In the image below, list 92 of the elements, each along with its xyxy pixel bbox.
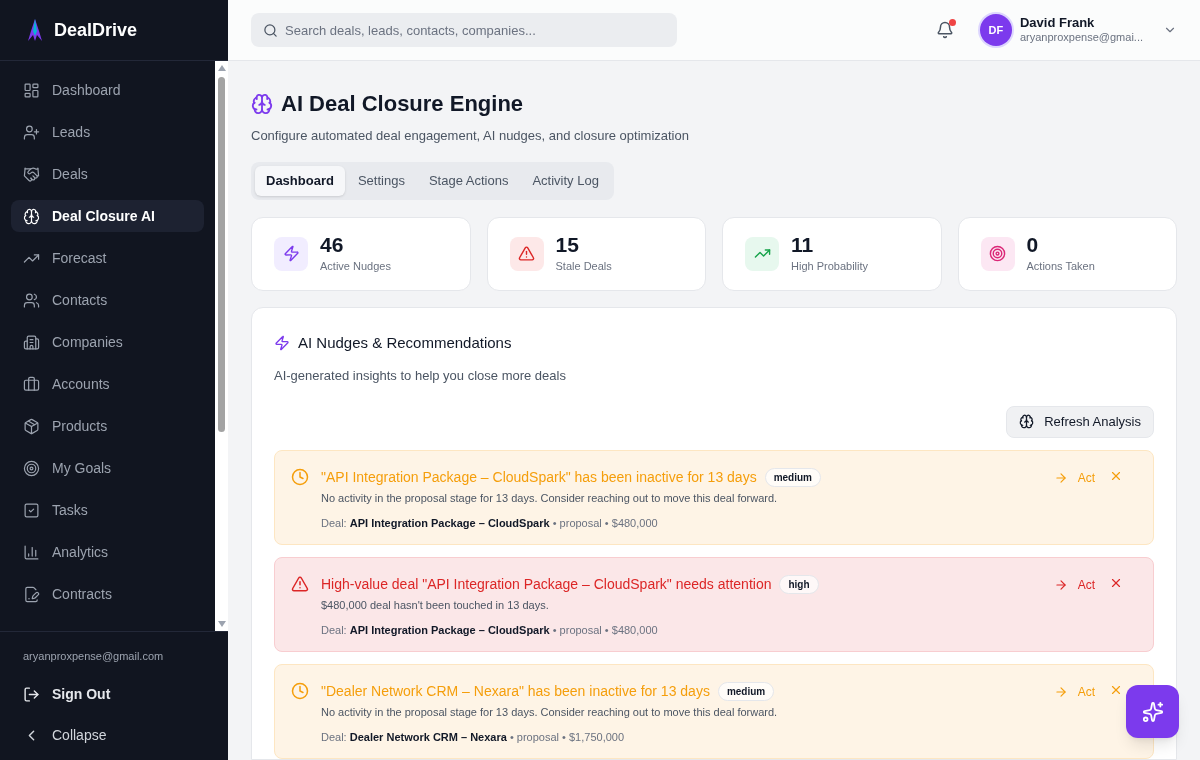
scroll-down-arrow-icon[interactable] bbox=[217, 620, 226, 627]
sidebar-item[interactable]: Leads bbox=[11, 116, 204, 148]
sidebar-item[interactable]: Contracts bbox=[11, 578, 204, 610]
clock-icon bbox=[291, 468, 309, 486]
dismiss-button[interactable] bbox=[1109, 683, 1123, 697]
arrow-right-icon bbox=[1053, 578, 1068, 592]
sidebar-item[interactable]: Tasks bbox=[11, 494, 204, 526]
sidebar-item[interactable]: Dashboard bbox=[11, 74, 204, 106]
lightning-icon bbox=[274, 334, 290, 351]
tab[interactable]: Settings bbox=[346, 165, 416, 196]
stat-value: 11 bbox=[791, 232, 815, 259]
page-subtitle: Configure automated deal engagement, AI nudges, and closure optimization bbox=[251, 127, 690, 145]
close-icon bbox=[1109, 683, 1123, 697]
lightning-icon-glyph bbox=[282, 245, 300, 262]
brain-icon bbox=[251, 92, 273, 115]
sidebar-item[interactable]: Analytics bbox=[11, 536, 204, 568]
warning-icon bbox=[291, 575, 309, 593]
sidebar-item[interactable]: Products bbox=[11, 410, 204, 442]
refresh-analysis-button[interactable]: Refresh Analysis bbox=[1006, 405, 1154, 438]
stat-value: 0 bbox=[1026, 232, 1040, 259]
arrow-right-icon bbox=[1053, 685, 1068, 699]
target-icon bbox=[23, 459, 40, 477]
sidebar-item[interactable]: Deals bbox=[11, 158, 204, 190]
target-icon-glyph bbox=[989, 245, 1006, 262]
tab[interactable]: Dashboard bbox=[255, 165, 345, 196]
handshake-icon bbox=[23, 165, 40, 183]
sidebar-item[interactable]: Deal Closure AI bbox=[11, 200, 204, 232]
bar-chart-icon bbox=[23, 543, 40, 561]
users-icon bbox=[23, 291, 40, 309]
nudge-title: High-value deal "API Integration Package – CloudSpark" needs attention bbox=[321, 575, 772, 594]
sidebar-item[interactable]: Contacts bbox=[11, 284, 204, 316]
sign-out-button[interactable]: Sign Out bbox=[23, 684, 205, 705]
logout-icon bbox=[23, 686, 40, 703]
sidebar-item[interactable]: Companies bbox=[11, 326, 204, 358]
nudge-description: $480,000 deal hasn't been touched in 13 days. bbox=[321, 598, 550, 613]
brain-icon bbox=[23, 207, 40, 225]
dismiss-button[interactable] bbox=[1109, 469, 1123, 483]
checkbox-icon bbox=[23, 501, 40, 519]
dashboard-icon bbox=[23, 81, 40, 99]
deal-info: Deal: API Integration Package – CloudSpark • proposal • $480,000 bbox=[321, 515, 659, 531]
search-field[interactable]: Search deals, leads, contacts, companies... bbox=[251, 13, 677, 47]
dismiss-button[interactable] bbox=[1109, 576, 1123, 590]
document-icon bbox=[23, 585, 40, 603]
user-avatar: DF bbox=[979, 14, 1012, 46]
close-icon bbox=[1109, 469, 1123, 483]
sidebar-item[interactable]: My Goals bbox=[11, 452, 204, 484]
brain-icon bbox=[1019, 414, 1035, 430]
user-plus-icon bbox=[23, 123, 40, 141]
search-icon bbox=[263, 23, 278, 38]
sidebar-item[interactable]: Forecast bbox=[11, 242, 204, 274]
arrow-right-icon bbox=[1053, 471, 1068, 485]
stat-label: Active Nudges bbox=[320, 259, 391, 275]
panel-subtitle: AI-generated insights to help you close more deals bbox=[274, 367, 567, 385]
logo-icon bbox=[28, 19, 42, 41]
panel-title: AI Nudges & Recommendations bbox=[298, 332, 512, 353]
scroll-up-arrow-icon[interactable] bbox=[217, 65, 226, 71]
sidebar-item[interactable]: Accounts bbox=[11, 368, 204, 400]
notifications-button[interactable] bbox=[935, 21, 954, 39]
nudge-title: "Dealer Network CRM – Nexara" has been inactive for 13 days bbox=[321, 682, 710, 701]
brand-name: DealDrive bbox=[54, 18, 138, 42]
account-email: aryanproxpense@gmail.com bbox=[23, 648, 165, 664]
nudge-description: No activity in the proposal stage for 13 days. Consider reaching out to move this deal forward. bbox=[321, 705, 779, 720]
tab[interactable]: Activity Log bbox=[521, 165, 610, 196]
close-icon bbox=[1109, 576, 1123, 590]
priority-badge: medium bbox=[717, 682, 775, 701]
sparkles-icon bbox=[1141, 700, 1164, 723]
scrollbar[interactable] bbox=[215, 61, 228, 631]
stat-label: Actions Taken bbox=[1026, 259, 1095, 275]
clock-icon bbox=[291, 682, 309, 700]
priority-badge: medium bbox=[764, 468, 821, 487]
scrollbar-thumb[interactable] bbox=[218, 77, 225, 432]
act-button[interactable]: Act bbox=[1053, 576, 1095, 594]
briefcase-icon bbox=[23, 375, 40, 393]
user-name: David Frank bbox=[1019, 15, 1096, 32]
nudge-title: "API Integration Package – CloudSpark" has been inactive for 13 days bbox=[321, 468, 757, 487]
stat-value: 46 bbox=[320, 232, 345, 259]
box-icon bbox=[23, 417, 40, 435]
ai-assistant-button[interactable] bbox=[1126, 685, 1179, 738]
building-icon bbox=[23, 333, 40, 351]
deal-info: Deal: API Integration Package – CloudSpark • proposal • $480,000 bbox=[321, 622, 659, 638]
page-title: AI Deal Closure Engine bbox=[281, 90, 524, 118]
bell-icon bbox=[935, 21, 954, 39]
nudge-description: No activity in the proposal stage for 13 days. Consider reaching out to move this deal forward. bbox=[321, 491, 779, 506]
stat-label: Stale Deals bbox=[555, 259, 612, 275]
stat-value: 15 bbox=[555, 232, 580, 259]
collapse-button[interactable]: Collapse bbox=[23, 725, 205, 746]
stat-label: High Probability bbox=[791, 259, 869, 275]
tab[interactable]: Stage Actions bbox=[417, 165, 520, 196]
user-email: aryanproxpense@gmai... bbox=[1019, 31, 1143, 45]
deal-info: Deal: Dealer Network CRM – Nexara • proposal • $1,750,000 bbox=[321, 729, 626, 745]
priority-badge: high bbox=[779, 575, 819, 594]
warning-icon-glyph bbox=[518, 245, 535, 262]
